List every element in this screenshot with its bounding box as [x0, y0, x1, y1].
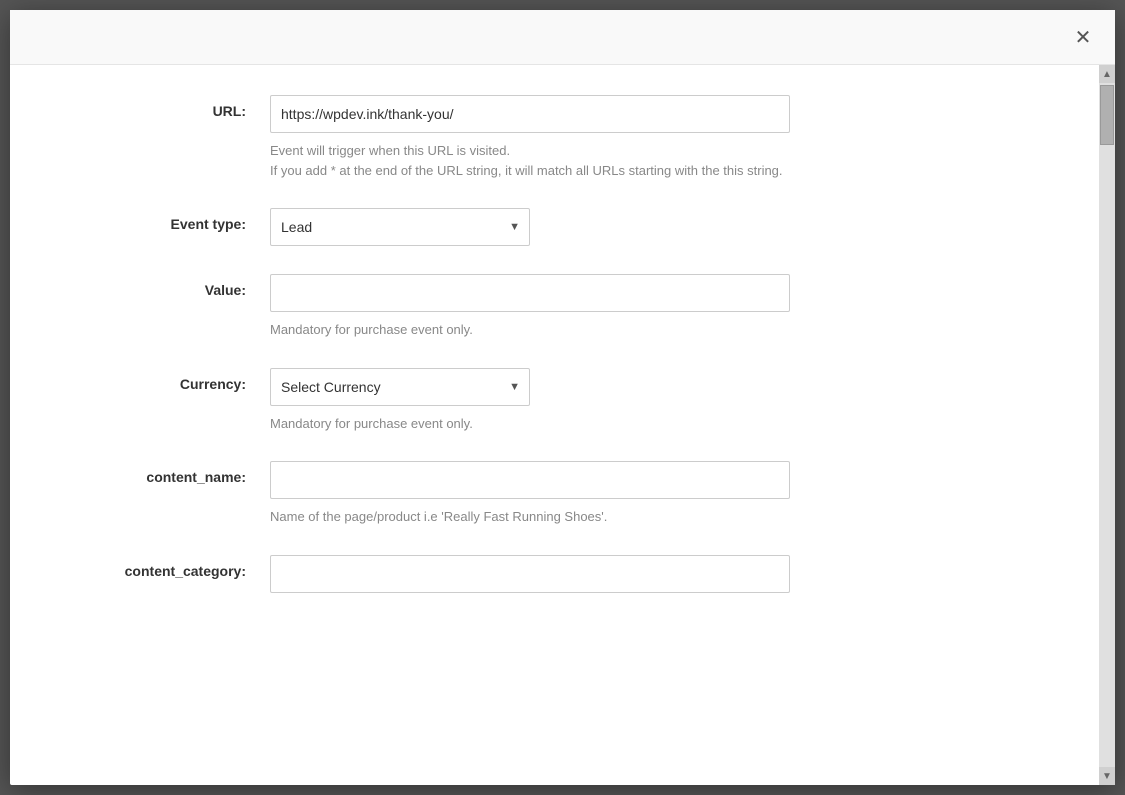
currency-field: Select Currency USD EUR GBP AUD CAD JPY … [270, 368, 1039, 434]
url-field: Event will trigger when this URL is visi… [270, 95, 1039, 180]
url-hint-line2: If you add * at the end of the URL strin… [270, 163, 783, 178]
modal-header: ✕ [10, 10, 1115, 65]
modal-body-wrapper: URL: Event will trigger when this URL is… [10, 65, 1115, 785]
content-category-field [270, 555, 1039, 593]
content-category-input[interactable] [270, 555, 790, 593]
value-input[interactable] [270, 274, 790, 312]
scrollbar-arrow-up[interactable]: ▲ [1099, 65, 1115, 83]
scrollbar-thumb[interactable] [1100, 85, 1114, 145]
scrollbar-arrow-down[interactable]: ▼ [1099, 767, 1115, 785]
url-input[interactable] [270, 95, 790, 133]
content-name-field: Name of the page/product i.e 'Really Fas… [270, 461, 1039, 527]
url-hint: Event will trigger when this URL is visi… [270, 141, 790, 180]
content-name-label: content_name: [70, 461, 270, 485]
currency-hint: Mandatory for purchase event only. [270, 414, 790, 434]
content-name-row: content_name: Name of the page/product i… [70, 461, 1039, 527]
content-category-label: content_category: [70, 555, 270, 579]
content-name-hint: Name of the page/product i.e 'Really Fas… [270, 507, 790, 527]
currency-label: Currency: [70, 368, 270, 392]
value-hint: Mandatory for purchase event only. [270, 320, 790, 340]
event-type-label: Event type: [70, 208, 270, 232]
modal-overlay: ✕ URL: Event will trigger when this URL … [0, 0, 1125, 795]
content-category-row: content_category: [70, 555, 1039, 593]
event-type-row: Event type: Lead Purchase CompleteRegist… [70, 208, 1039, 246]
url-hint-line1: Event will trigger when this URL is visi… [270, 143, 510, 158]
modal-dialog: ✕ URL: Event will trigger when this URL … [10, 10, 1115, 785]
value-row: Value: Mandatory for purchase event only… [70, 274, 1039, 340]
event-type-select[interactable]: Lead Purchase CompleteRegistration ViewC… [270, 208, 530, 246]
value-field: Mandatory for purchase event only. [270, 274, 1039, 340]
currency-select-wrapper: Select Currency USD EUR GBP AUD CAD JPY … [270, 368, 530, 406]
modal-body: URL: Event will trigger when this URL is… [10, 65, 1099, 785]
content-name-input[interactable] [270, 461, 790, 499]
currency-row: Currency: Select Currency USD EUR GBP AU… [70, 368, 1039, 434]
url-row: URL: Event will trigger when this URL is… [70, 95, 1039, 180]
event-type-select-wrapper: Lead Purchase CompleteRegistration ViewC… [270, 208, 530, 246]
url-label: URL: [70, 95, 270, 119]
value-label: Value: [70, 274, 270, 298]
scrollbar-track: ▲ ▼ [1099, 65, 1115, 785]
event-type-field: Lead Purchase CompleteRegistration ViewC… [270, 208, 1039, 246]
close-button[interactable]: ✕ [1069, 24, 1097, 52]
currency-select[interactable]: Select Currency USD EUR GBP AUD CAD JPY [270, 368, 530, 406]
